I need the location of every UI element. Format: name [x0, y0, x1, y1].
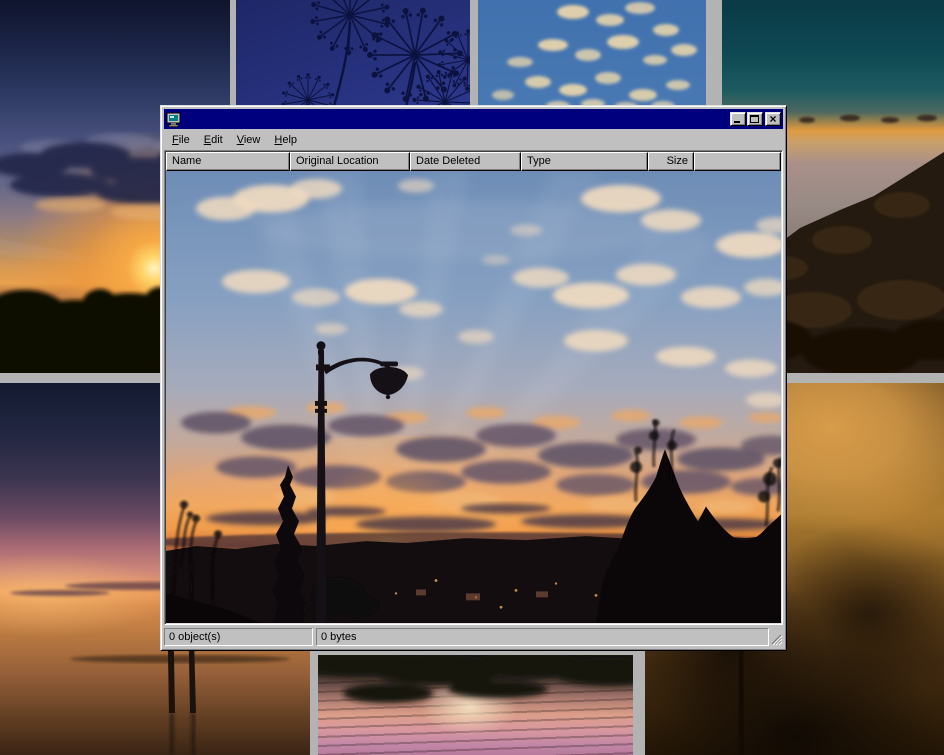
- resize-grip-icon: [769, 628, 783, 646]
- window-controls: ×: [729, 112, 781, 126]
- maximize-button[interactable]: [747, 112, 763, 126]
- wallpaper-photo-water-reflections: [318, 655, 633, 755]
- column-header-type[interactable]: Type: [521, 152, 648, 171]
- column-header-date-deleted[interactable]: Date Deleted: [410, 152, 521, 171]
- sunset-streetlamp-photo: [166, 171, 781, 623]
- program-window-icon: [166, 112, 182, 127]
- minimize-button[interactable]: [730, 112, 746, 126]
- maximize-icon: [750, 115, 759, 123]
- column-header-row: Name Original Location Date Deleted Type…: [166, 152, 781, 171]
- menu-help[interactable]: Help: [267, 132, 304, 149]
- column-header-size[interactable]: Size: [648, 152, 694, 171]
- status-object-count: 0 object(s): [164, 628, 313, 646]
- column-header-filler: [694, 152, 781, 171]
- column-header-original-location[interactable]: Original Location: [290, 152, 410, 171]
- desktop: × File Edit View Help Name Original Loca…: [0, 0, 944, 755]
- minimize-icon: [734, 121, 740, 123]
- file-list-area[interactable]: [166, 171, 781, 623]
- close-icon: ×: [766, 112, 780, 126]
- resize-grip[interactable]: [769, 628, 783, 646]
- file-list-container: Name Original Location Date Deleted Type…: [164, 150, 783, 625]
- close-button[interactable]: ×: [765, 112, 781, 126]
- menu-edit[interactable]: Edit: [197, 132, 230, 149]
- menu-view[interactable]: View: [230, 132, 268, 149]
- menu-bar: File Edit View Help: [164, 129, 783, 150]
- status-bar: 0 object(s) 0 bytes: [164, 627, 783, 647]
- menu-file[interactable]: File: [165, 132, 197, 149]
- window-titlebar[interactable]: ×: [164, 109, 783, 129]
- recycle-bin-window: × File Edit View Help Name Original Loca…: [160, 105, 787, 651]
- status-total-size: 0 bytes: [316, 628, 769, 646]
- column-header-name[interactable]: Name: [166, 152, 290, 171]
